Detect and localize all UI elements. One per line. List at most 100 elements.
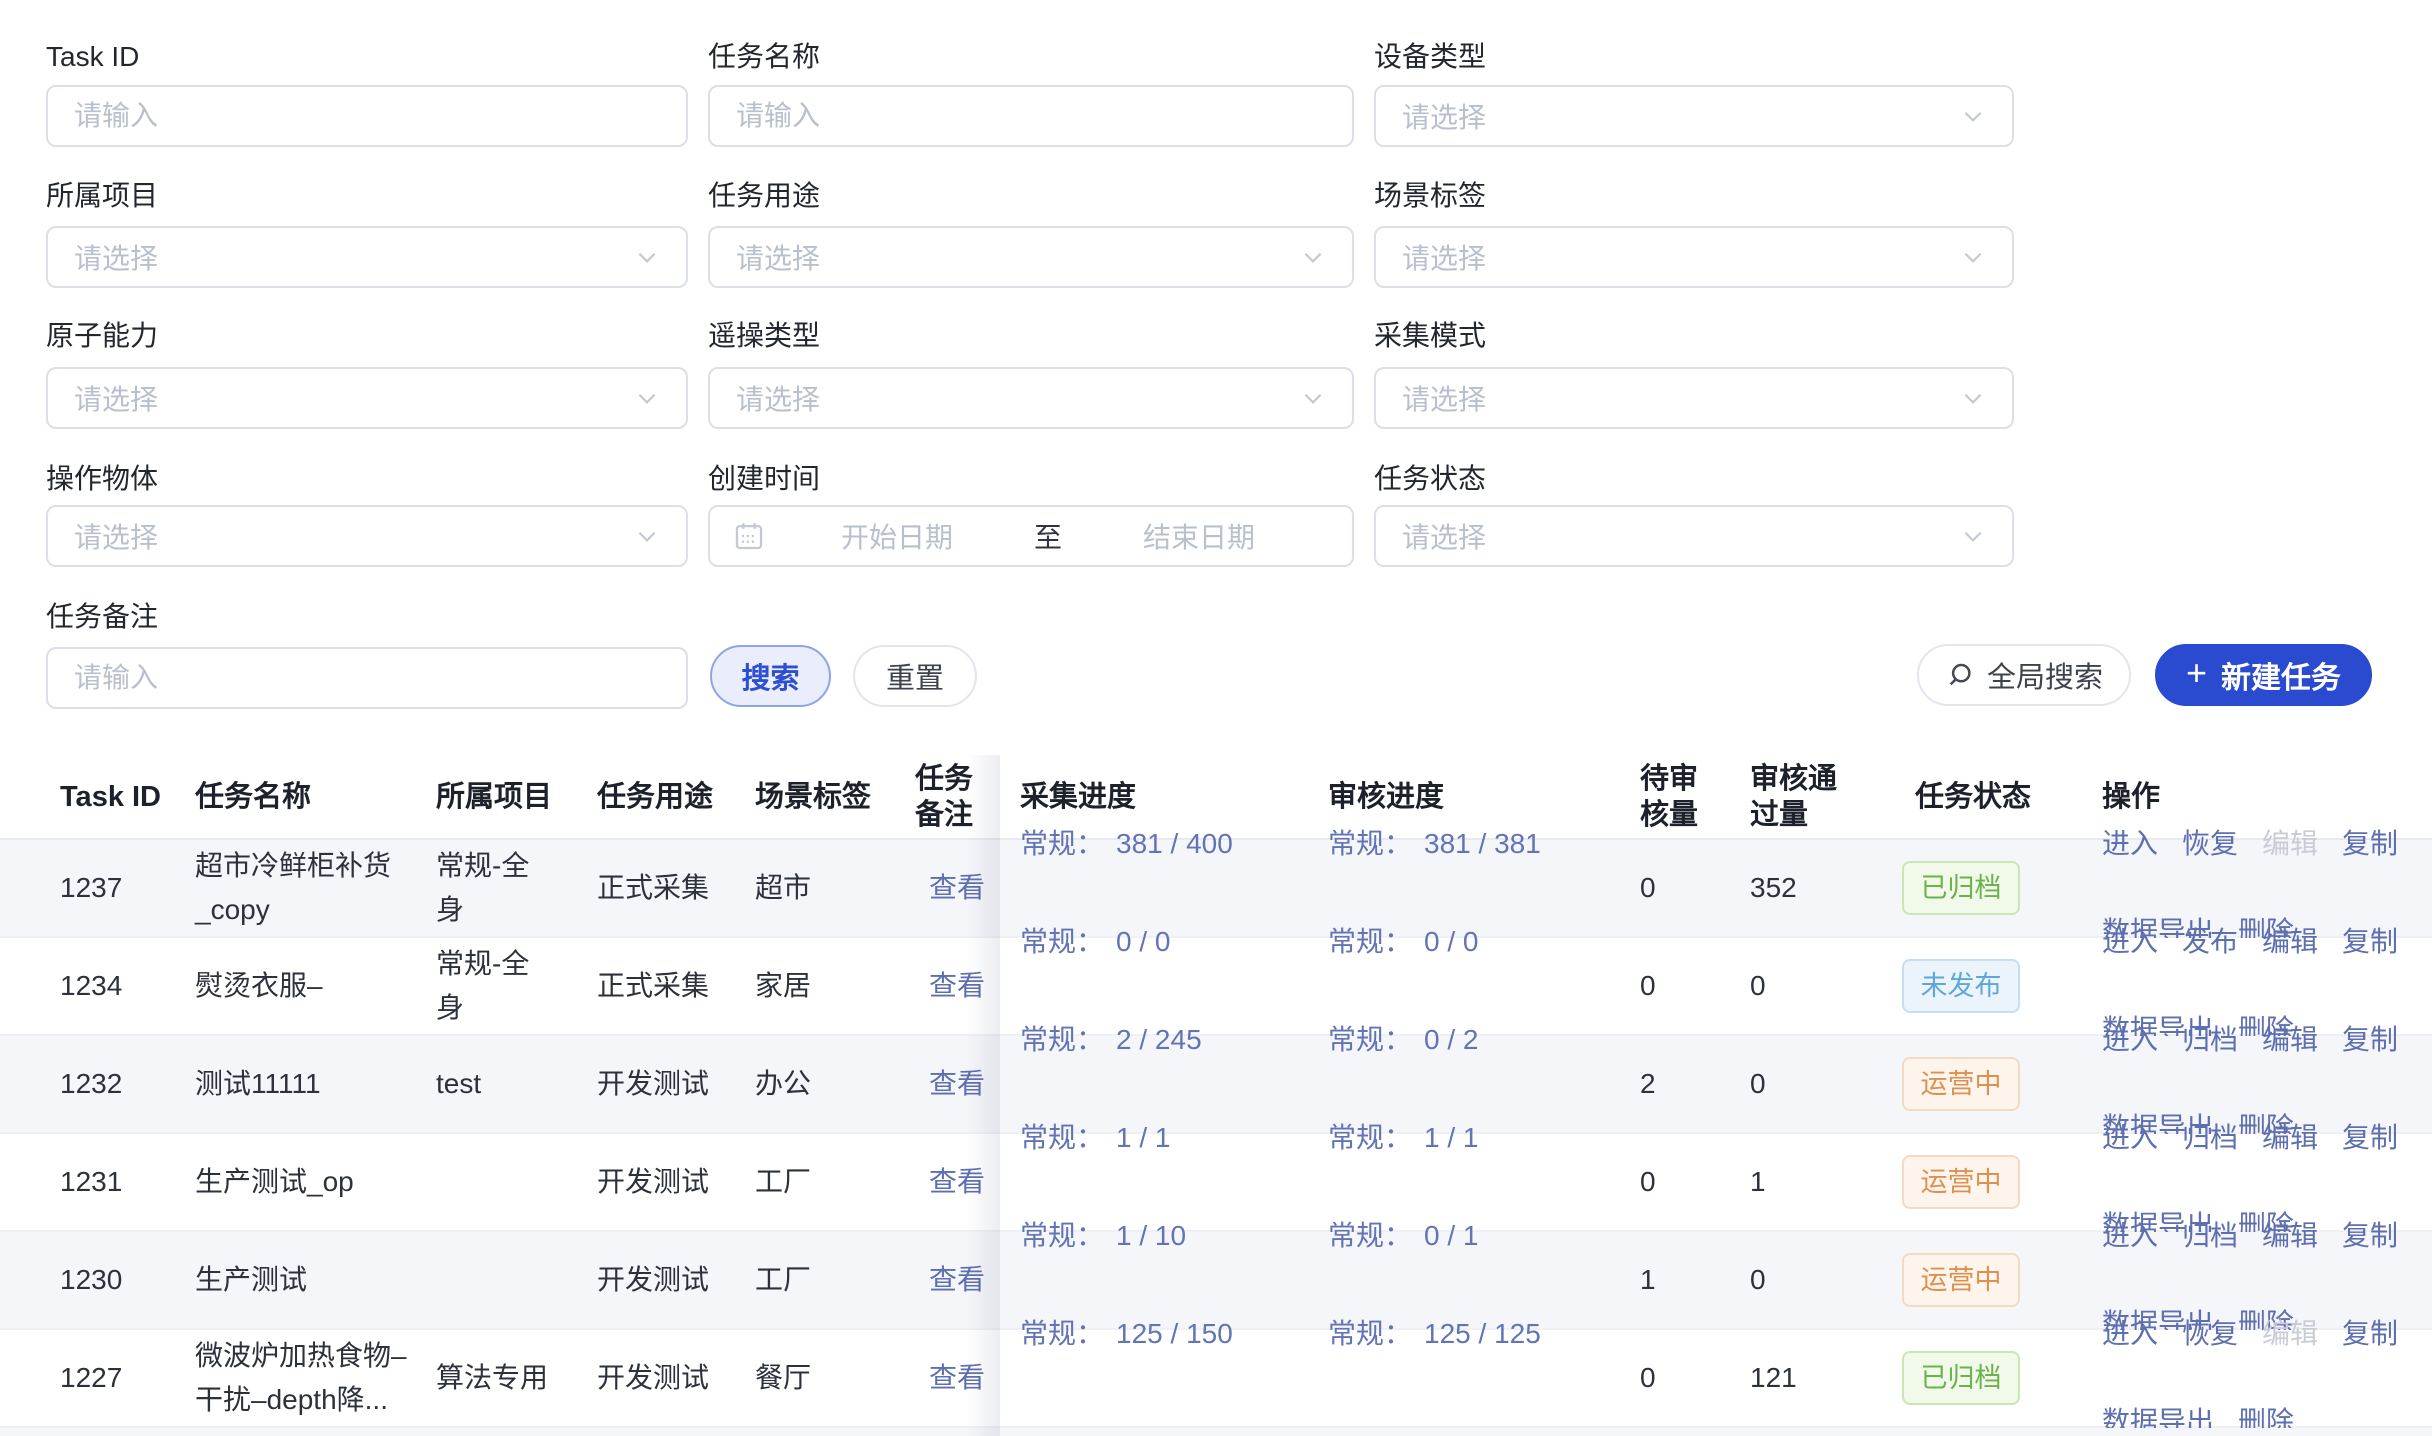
cell-purpose: 开发测试 (597, 1356, 709, 1400)
collect-regular-line: 常规：1 / 1 (1020, 1122, 1171, 1153)
ops-line-1: 进入发布编辑复制 (2102, 920, 2422, 964)
enter-link[interactable]: 进入 (2102, 1214, 2158, 1258)
remark-view-link[interactable]: 查看 (929, 1160, 985, 1204)
collect-regular-line: 常规：0 / 0 (1020, 926, 1171, 957)
remark-view-link[interactable]: 查看 (929, 1258, 985, 1302)
edit-link[interactable]: 编辑 (2262, 1018, 2318, 1062)
cell-status: 已归档 (1900, 861, 2022, 915)
task-id-input[interactable] (46, 85, 688, 147)
copy-link[interactable]: 复制 (2342, 1116, 2398, 1160)
device-type-placeholder: 请选择 (1402, 96, 1486, 136)
table-row: 1231 生产测试_op 开发测试 工厂 查看 常规：1 / 1 非常规：0 常… (0, 1134, 2432, 1232)
create-time-range-picker[interactable]: 开始日期 至 结束日期 (708, 505, 1354, 567)
cell-project: 常规-全 身 (436, 844, 591, 932)
plus-icon: + (2186, 655, 2207, 691)
restore-link[interactable]: 恢复 (2182, 1312, 2238, 1356)
task-name-input-field[interactable] (736, 100, 1326, 132)
teleop-type-placeholder: 请选择 (736, 378, 820, 418)
header-remark: 任务备注 (915, 755, 1000, 838)
status-badge: 已归档 (1902, 1351, 2020, 1405)
copy-link[interactable]: 复制 (2342, 1312, 2398, 1356)
cell-scene: 工厂 (755, 1160, 811, 1204)
cell-purpose: 开发测试 (597, 1062, 709, 1106)
remark-view-link[interactable]: 查看 (929, 1356, 985, 1400)
copy-link[interactable]: 复制 (2342, 1018, 2398, 1062)
scene-tag-select[interactable]: 请选择 (1374, 226, 2014, 288)
purpose-select[interactable]: 请选择 (708, 226, 1354, 288)
teleop-type-label: 遥操类型 (708, 319, 1354, 353)
collect-mode-select[interactable]: 请选择 (1374, 367, 2014, 429)
task-remark-label: 任务备注 (46, 600, 688, 634)
publish-link[interactable]: 发布 (2182, 920, 2238, 964)
cell-status: 运营中 (1900, 1155, 2022, 1209)
ops-line-1: 进入恢复编辑复制 (2102, 1312, 2422, 1356)
review-regular-line: 常规：0 / 2 (1328, 1024, 1479, 1055)
remark-view-link[interactable]: 查看 (929, 1062, 985, 1106)
task-id-input-field[interactable] (74, 100, 660, 132)
enter-link[interactable]: 进入 (2102, 920, 2158, 964)
header-passed-count: 审核通 过量 (1750, 755, 1837, 838)
restore-link[interactable]: 恢复 (2182, 822, 2238, 866)
cell-project: 算法专用 (436, 1356, 591, 1400)
task-remark-input[interactable] (46, 647, 688, 709)
enter-link[interactable]: 进入 (2102, 1116, 2158, 1160)
copy-link[interactable]: 复制 (2342, 822, 2398, 866)
cell-task-name: 生产测试_op (195, 1160, 430, 1204)
task-status-select[interactable]: 请选择 (1374, 505, 2014, 567)
cell-passed-count: 0 (1750, 1062, 1766, 1106)
table-row: 1237 超市冷鲜柜补货 _copy 常规-全 身 正式采集 超市 查看 常规：… (0, 840, 2432, 938)
cell-pending-count: 0 (1640, 964, 1656, 1008)
cell-purpose: 正式采集 (597, 964, 709, 1008)
remark-view-link[interactable]: 查看 (929, 866, 985, 910)
enter-link[interactable]: 进入 (2102, 822, 2158, 866)
status-badge: 运营中 (1902, 1155, 2020, 1209)
start-date-placeholder[interactable]: 开始日期 (766, 516, 1028, 556)
reset-button-label: 重置 (886, 655, 944, 697)
task-id-label: Task ID (46, 40, 688, 74)
archive-link[interactable]: 归档 (2182, 1018, 2238, 1062)
create-task-button[interactable]: + 新建任务 (2155, 644, 2372, 706)
global-search-button[interactable]: 全局搜索 (1917, 644, 2131, 706)
chevron-down-icon (1960, 523, 1986, 549)
copy-link[interactable]: 复制 (2342, 920, 2398, 964)
cell-task-name: 微波炉加热食物– 干扰–depth降... (195, 1334, 430, 1422)
archive-link[interactable]: 归档 (2182, 1116, 2238, 1160)
edit-link[interactable]: 编辑 (2262, 1116, 2318, 1160)
status-badge: 运营中 (1902, 1057, 2020, 1111)
ops-line-1: 进入归档编辑复制 (2102, 1214, 2422, 1258)
edit-link[interactable]: 编辑 (2262, 920, 2318, 964)
enter-link[interactable]: 进入 (2102, 1312, 2158, 1356)
enter-link[interactable]: 进入 (2102, 1018, 2158, 1062)
collect-regular-line: 常规：381 / 400 (1020, 828, 1233, 859)
search-button[interactable]: 搜索 (710, 645, 831, 707)
end-date-placeholder[interactable]: 结束日期 (1068, 516, 1330, 556)
project-select[interactable]: 请选择 (46, 226, 688, 288)
collect-regular-line: 常规：1 / 10 (1020, 1220, 1186, 1251)
cell-pending-count: 1 (1640, 1258, 1656, 1302)
operate-object-select[interactable]: 请选择 (46, 505, 688, 567)
task-name-input[interactable] (708, 85, 1354, 147)
collect-regular-line: 常规：2 / 245 (1020, 1024, 1202, 1055)
header-status: 任务状态 (1915, 755, 2031, 838)
task-management-page: Task ID 任务名称 设备类型 请选择 所属项目 请选择 任务用途 请选择 … (0, 0, 2432, 1436)
archive-link[interactable]: 归档 (2182, 1214, 2238, 1258)
cell-passed-count: 352 (1750, 866, 1797, 910)
remark-view-link[interactable]: 查看 (929, 964, 985, 1008)
date-range-separator: 至 (1028, 516, 1068, 556)
purpose-placeholder: 请选择 (736, 237, 820, 277)
cell-status: 已归档 (1900, 1351, 2022, 1405)
teleop-type-select[interactable]: 请选择 (708, 367, 1354, 429)
reset-button[interactable]: 重置 (853, 645, 977, 707)
edit-link[interactable]: 编辑 (2262, 1214, 2318, 1258)
cell-task-id: 1227 (60, 1356, 122, 1400)
device-type-select[interactable]: 请选择 (1374, 85, 2014, 147)
cell-passed-count: 0 (1750, 1258, 1766, 1302)
cell-scene: 家居 (755, 964, 811, 1008)
atomic-ability-select[interactable]: 请选择 (46, 367, 688, 429)
cell-passed-count: 0 (1750, 964, 1766, 1008)
chevron-down-icon (1960, 385, 1986, 411)
ops-line-1: 进入归档编辑复制 (2102, 1018, 2422, 1062)
copy-link[interactable]: 复制 (2342, 1214, 2398, 1258)
edit-link: 编辑 (2262, 822, 2318, 866)
task-remark-input-field[interactable] (74, 662, 660, 694)
